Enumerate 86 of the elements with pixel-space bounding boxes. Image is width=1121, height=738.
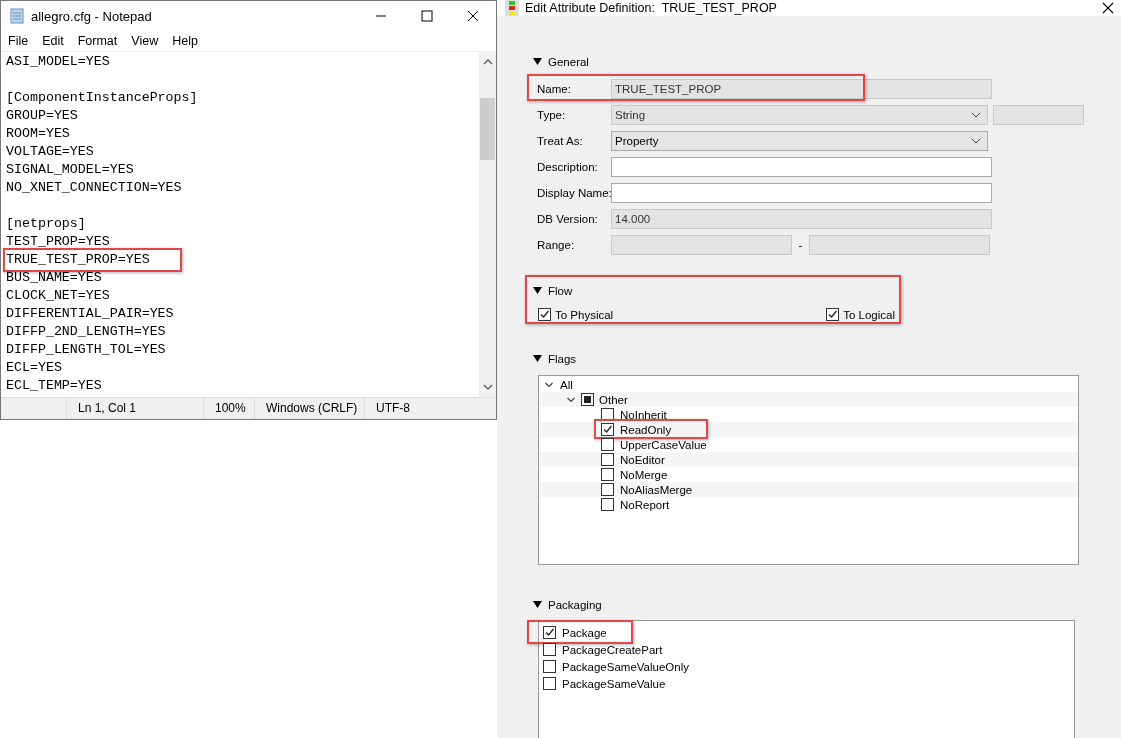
field-label: DB Version:: [537, 213, 599, 225]
checked-checkbox[interactable]: [538, 308, 551, 321]
status-text: UTF-8: [364, 398, 496, 419]
text-line: DIFFP_2ND_LENGTH=YES: [6, 324, 166, 339]
text-line: BUS_NAME=YES: [6, 270, 102, 285]
menu-item[interactable]: View: [124, 34, 166, 48]
text-line: GROUP=YES: [6, 108, 78, 123]
checked-checkbox[interactable]: [826, 308, 840, 321]
checkbox-label[interactable]: To Physical: [555, 308, 614, 321]
text-line: SIGNAL_MODEL=YES: [6, 162, 134, 177]
checked-checkbox[interactable]: [543, 626, 556, 639]
field-label: Treat As:: [537, 135, 584, 147]
checkbox-label[interactable]: PackageSameValue: [562, 677, 666, 690]
window-title: Edit Attribute Definition: TRUE_TEST_PROP: [525, 1, 778, 15]
dropdown[interactable]: Property: [611, 131, 988, 151]
text-line: [ComponentInstanceProps]: [6, 90, 198, 105]
partial-checkbox[interactable]: [581, 393, 594, 406]
window-title: allegro.cfg - Notepad: [31, 8, 153, 24]
checkbox-label[interactable]: To Logical: [843, 308, 895, 321]
tree-item[interactable]: NoEditor: [620, 453, 665, 466]
tree-item[interactable]: Other: [599, 393, 628, 406]
close-icon[interactable]: [1102, 2, 1114, 14]
chevron-down-icon: [971, 112, 981, 118]
status-text: Windows (CRLF): [254, 398, 364, 419]
tree-item[interactable]: ReadOnly: [620, 423, 672, 436]
checkbox[interactable]: [601, 483, 614, 496]
text-line: [netprops]: [6, 216, 86, 231]
close-icon[interactable]: [467, 10, 479, 22]
checkbox-label[interactable]: Package: [562, 626, 607, 639]
text-line: ASI_MODEL=YES: [6, 54, 110, 69]
field-label: Type:: [537, 109, 567, 121]
tree-item[interactable]: All: [560, 378, 573, 391]
scroll-down-icon[interactable]: [482, 383, 493, 391]
tree-item[interactable]: NoAliasMerge: [620, 483, 693, 496]
checkbox[interactable]: [543, 660, 556, 673]
tree-item[interactable]: UpperCaseValue: [620, 438, 707, 451]
status-text: Ln 1, Col 1: [66, 398, 203, 419]
expanded-triangle-icon[interactable]: [533, 601, 542, 609]
maximize-icon[interactable]: [421, 10, 433, 22]
section-title: General: [548, 56, 589, 68]
checkbox[interactable]: [601, 468, 614, 481]
scroll-up-icon[interactable]: [482, 58, 493, 66]
checkbox-label[interactable]: PackageSameValueOnly: [562, 660, 689, 673]
chevron-down-icon: [971, 138, 981, 144]
expanded-triangle-icon[interactable]: [533, 58, 542, 66]
checkbox-label[interactable]: PackageCreatePart: [562, 643, 663, 656]
expanded-triangle-icon[interactable]: [533, 355, 542, 363]
menu-item[interactable]: Format: [70, 34, 125, 48]
checked-checkbox[interactable]: [601, 423, 614, 436]
expanded-triangle-icon[interactable]: [533, 287, 542, 295]
field-label: Range:: [537, 239, 576, 251]
range-separator: -: [797, 239, 804, 251]
checkbox[interactable]: [543, 643, 556, 656]
checkbox[interactable]: [543, 677, 556, 690]
text-line: VOLTAGE=YES: [6, 144, 94, 159]
tree-item[interactable]: NoMerge: [620, 468, 668, 481]
input-field[interactable]: [611, 157, 992, 177]
tree-item[interactable]: NoInherit: [620, 408, 667, 421]
text-line: DIFFERENTIAL_PAIR=YES: [6, 306, 174, 321]
checkbox[interactable]: [601, 438, 614, 451]
menu-item[interactable]: Help: [165, 34, 205, 48]
notepad-icon: [9, 8, 25, 24]
checkbox[interactable]: [601, 453, 614, 466]
input-field[interactable]: [611, 183, 992, 203]
text-line: ROOM=YES: [6, 126, 70, 141]
section-title: Flow: [548, 285, 573, 297]
field-label: Description:: [537, 161, 599, 173]
text-line: ECL=YES: [6, 360, 62, 375]
text-line: NO_XNET_CONNECTION=YES: [6, 180, 182, 195]
status-text: 100%: [203, 398, 254, 419]
text-line: TRUE_TEST_PROP=YES: [6, 252, 150, 267]
tree-item[interactable]: NoReport: [620, 498, 670, 511]
text-line: DIFFP_LENGTH_TOL=YES: [6, 342, 166, 357]
section-title: Flags: [548, 353, 577, 365]
menu-item[interactable]: File: [1, 34, 36, 48]
app-icon: [505, 0, 519, 16]
scrollbar[interactable]: [479, 52, 496, 397]
scroll-thumb[interactable]: [480, 98, 495, 160]
text-line: TEST_PROP=YES: [6, 234, 110, 249]
field-label: Name:: [537, 83, 572, 95]
menu-item[interactable]: Edit: [35, 34, 71, 48]
text-line: ECL_TEMP=YES: [6, 378, 102, 393]
field-label: Display Name:: [537, 187, 611, 199]
section-title: Packaging: [548, 599, 602, 611]
checkbox[interactable]: [601, 498, 614, 511]
text-line: CLOCK_NET=YES: [6, 288, 110, 303]
